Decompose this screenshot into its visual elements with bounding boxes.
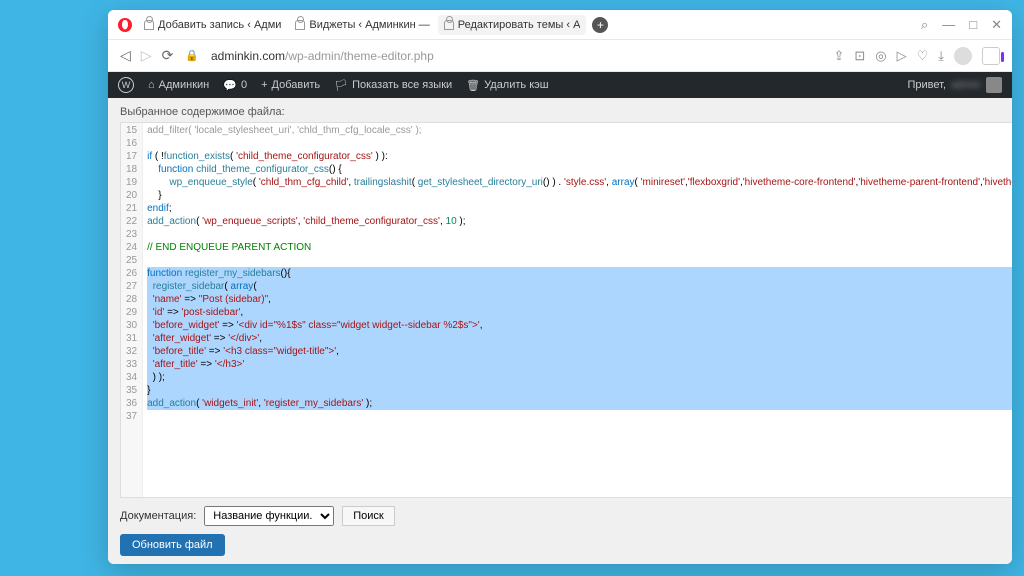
site-link[interactable]: ⌂ Админкин bbox=[148, 79, 209, 91]
address-bar: ◁ ▷ ⟳ 🔒 adminkin.com/wp-admin/theme-edit… bbox=[108, 40, 1012, 72]
share-icon[interactable]: ⇪ bbox=[833, 48, 844, 64]
browser-window: Добавить запись ‹ АдмиВиджеты ‹ Админкин… bbox=[108, 10, 1012, 564]
doc-label: Документация: bbox=[120, 510, 196, 522]
back-icon[interactable]: ◁ bbox=[120, 47, 131, 64]
reload-icon[interactable]: ⟳ bbox=[162, 47, 174, 64]
screenshot-icon[interactable]: ⊡ bbox=[854, 48, 865, 64]
maximize-icon[interactable]: □ bbox=[969, 17, 977, 33]
profile-avatar[interactable] bbox=[954, 47, 972, 65]
opera-icon bbox=[118, 18, 132, 32]
user-greeting[interactable]: Привет, admin bbox=[908, 77, 1003, 93]
update-file-button[interactable]: Обновить файл bbox=[120, 534, 225, 556]
extension-icon[interactable] bbox=[982, 47, 1000, 65]
browser-tab[interactable]: Редактировать темы ‹ А bbox=[438, 15, 587, 35]
minimize-icon[interactable]: — bbox=[942, 17, 955, 33]
browser-tab[interactable]: Виджеты ‹ Админкин — bbox=[289, 15, 435, 35]
selected-file-label: Выбранное содержимое файла: bbox=[120, 106, 1012, 118]
code-editor[interactable]: 1516171819202122232425262728293031323334… bbox=[120, 122, 1012, 498]
url-field[interactable]: adminkin.com/wp-admin/theme-editor.php bbox=[211, 49, 821, 63]
person-icon bbox=[144, 20, 154, 30]
new-tab-button[interactable]: + bbox=[592, 17, 608, 33]
close-icon[interactable]: ✕ bbox=[991, 17, 1002, 33]
download-icon[interactable]: ⤓ bbox=[938, 48, 944, 64]
comments-link[interactable]: 💬 0 bbox=[223, 79, 247, 92]
forward-icon[interactable]: ▷ bbox=[141, 47, 152, 64]
search-icon[interactable]: ⌕ bbox=[921, 17, 928, 33]
function-select[interactable]: Название функции... bbox=[204, 506, 334, 526]
person-icon bbox=[295, 20, 305, 30]
clear-cache[interactable]: 🗑 Удалить кэш bbox=[466, 79, 548, 92]
titlebar: Добавить запись ‹ АдмиВиджеты ‹ Админкин… bbox=[108, 10, 1012, 40]
heart-icon[interactable]: ♡ bbox=[917, 48, 929, 64]
show-langs[interactable]: 🏳 Показать все языки bbox=[334, 79, 452, 92]
wp-logo-icon[interactable]: W bbox=[118, 77, 134, 93]
search-doc-button[interactable]: Поиск bbox=[342, 506, 394, 526]
person-icon bbox=[444, 20, 454, 30]
lock-icon[interactable]: 🔒 bbox=[185, 49, 199, 62]
play-icon[interactable]: ▷ bbox=[897, 48, 907, 64]
sync-icon[interactable]: ◎ bbox=[875, 48, 886, 64]
browser-tab[interactable]: Добавить запись ‹ Адми bbox=[138, 15, 287, 35]
add-new-link[interactable]: + Добавить bbox=[261, 79, 320, 91]
wp-admin-bar: W ⌂ Админкин 💬 0 + Добавить 🏳 Показать в… bbox=[108, 72, 1012, 98]
